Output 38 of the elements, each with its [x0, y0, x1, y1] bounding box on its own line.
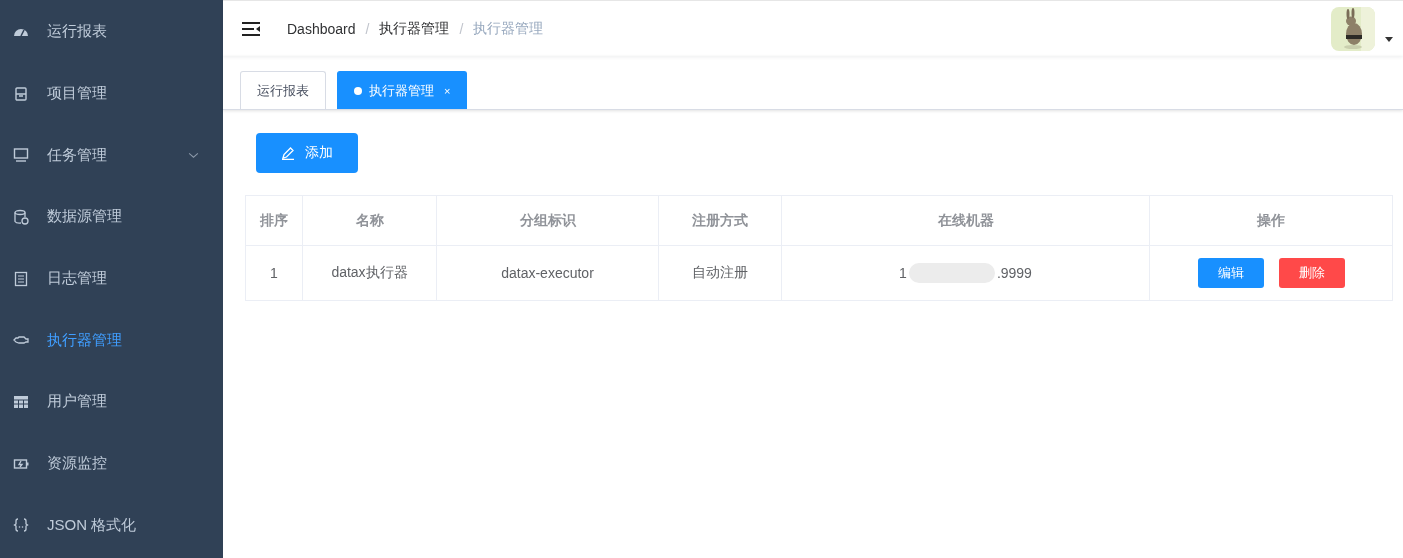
- sidebar-item[interactable]: 运行报表: [0, 1, 223, 63]
- breadcrumb-item[interactable]: Dashboard: [287, 20, 356, 37]
- sidebar-item[interactable]: 用户管理: [0, 371, 223, 433]
- column-header: 在线机器: [781, 195, 1150, 246]
- breadcrumb-separator: /: [459, 20, 464, 37]
- breadcrumb-separator: /: [365, 20, 370, 37]
- breadcrumb-item: 执行器管理: [473, 19, 544, 38]
- menu-icon[interactable]: [242, 21, 260, 36]
- column-header: 分组标识: [436, 195, 659, 246]
- active-dot-icon: [354, 86, 362, 95]
- column-header: 排序: [245, 195, 303, 246]
- sidebar-item[interactable]: 项目管理: [0, 62, 223, 125]
- tray-icon: [13, 85, 29, 102]
- sidebar-item[interactable]: 数据源管理: [0, 186, 223, 248]
- sidebar-item[interactable]: JSON 格式化: [0, 494, 223, 557]
- database-icon: [13, 208, 29, 225]
- edit-icon: [281, 146, 295, 160]
- ip-start-text: 1: [899, 265, 907, 281]
- column-header: 名称: [302, 195, 437, 246]
- column-header: 操作: [1149, 195, 1393, 246]
- table-cell: 1: [245, 245, 303, 301]
- ip-end-text: .9999: [996, 265, 1032, 281]
- sidebar-item[interactable]: 任务管理: [0, 124, 223, 187]
- table-icon: [13, 393, 29, 410]
- delete-button[interactable]: 删除: [1278, 258, 1345, 288]
- breadcrumb-item[interactable]: 执行器管理: [379, 19, 450, 38]
- sidebar-item[interactable]: 资源监控: [0, 432, 223, 495]
- document-icon: [13, 270, 29, 287]
- sidebar-item[interactable]: 执行器管理: [0, 309, 223, 372]
- column-header: 注册方式: [658, 195, 782, 246]
- table-cell: datax执行器: [302, 245, 437, 301]
- monitor-icon: [13, 147, 29, 164]
- braces-icon: [13, 517, 29, 534]
- caret-icon[interactable]: [1385, 37, 1393, 42]
- tab[interactable]: 运行报表: [240, 71, 326, 109]
- table-cell: datax-executor: [436, 245, 659, 301]
- sidebar-item[interactable]: 日志管理: [0, 247, 223, 310]
- table-cell: 自动注册: [658, 245, 782, 301]
